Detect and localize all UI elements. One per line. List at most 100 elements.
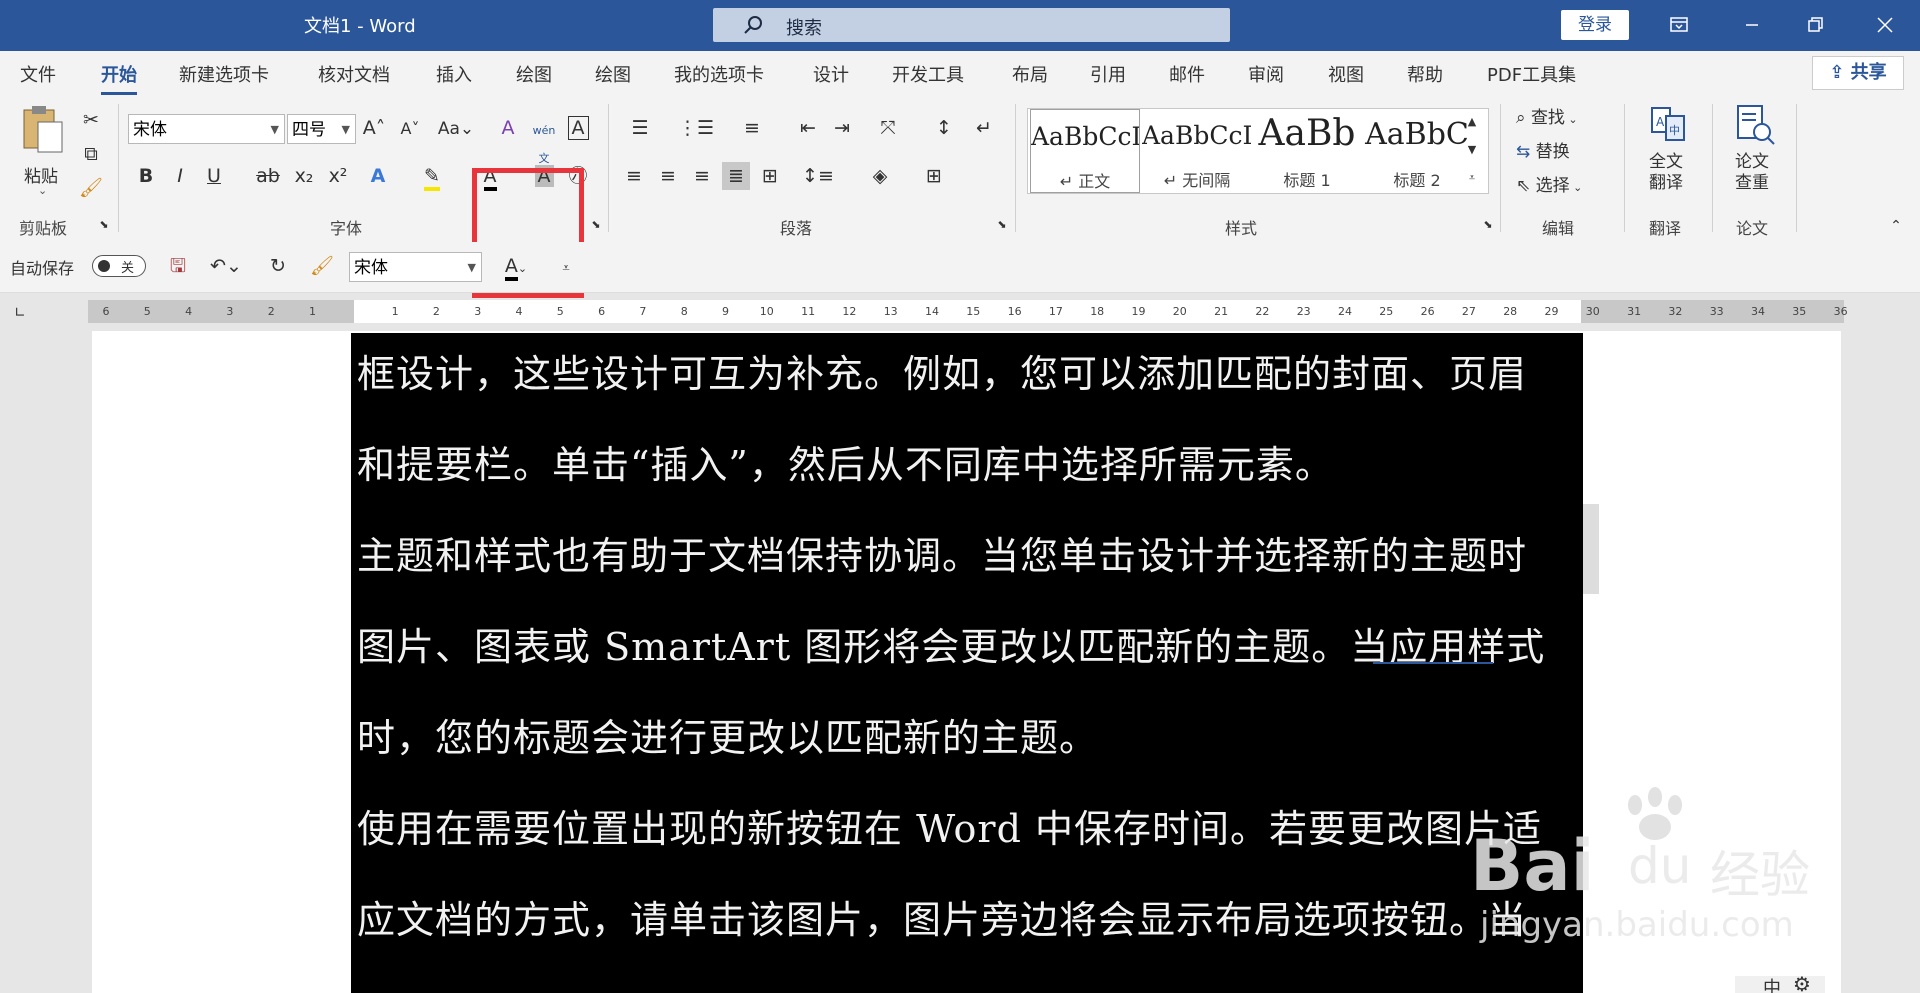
phonetic-guide-button[interactable]: wén 文 <box>530 114 558 165</box>
bold-button[interactable]: B <box>132 162 160 190</box>
multilevel-list-button[interactable]: ≡ <box>732 114 772 142</box>
shading-button[interactable]: ◈ <box>860 162 900 190</box>
paste-button[interactable]: 粘贴 ⌄ <box>18 104 72 204</box>
change-case-button[interactable]: Aa⌄ <box>436 114 476 142</box>
italic-button[interactable]: I <box>166 162 194 190</box>
increase-indent-button[interactable]: ⇥ <box>828 114 856 142</box>
distributed-button[interactable]: ⊞ <box>756 162 784 190</box>
increase-indent-icon: ⇥ <box>834 117 850 139</box>
qat-font-combo[interactable]: 宋体 ▼ <box>349 252 482 282</box>
paper-check-icon <box>1737 105 1775 145</box>
justify-button[interactable]: ≣ <box>722 162 750 190</box>
shrink-font-button[interactable]: A˅ <box>396 114 424 142</box>
close-button[interactable] <box>1870 10 1900 40</box>
style-heading-2[interactable]: AaBbC 标题 2 <box>1362 109 1472 193</box>
bullets-button[interactable]: ☰ <box>620 114 660 142</box>
find-button[interactable]: ⌕ 查找 ⌄ <box>1516 104 1578 132</box>
styles-scroll-up-icon[interactable]: ▲ <box>1460 108 1484 134</box>
align-left-button[interactable]: ≡ <box>620 162 648 190</box>
tab-view[interactable]: 视图 <box>1328 61 1364 87</box>
login-button[interactable]: 登录 <box>1561 10 1629 40</box>
show-marks-button[interactable]: ↵ <box>970 114 998 142</box>
font-size-combo[interactable]: 四号 ▼ <box>287 114 356 144</box>
format-painter-qat-button[interactable]: 🖌 <box>308 252 336 280</box>
translate-button[interactable]: A中 全文 翻译 <box>1636 104 1696 204</box>
format-painter-button[interactable]: 🖌 <box>77 174 105 202</box>
gear-icon[interactable]: ⚙ <box>1793 976 1811 993</box>
tab-file[interactable]: 文件 <box>20 61 56 87</box>
tab-my-tab[interactable]: 我的选项卡 <box>674 61 764 87</box>
customize-qat-button[interactable]: ⩡ <box>552 252 580 280</box>
share-button[interactable]: ⇪ 共享 <box>1812 56 1904 90</box>
chinese-layout-button[interactable]: ⤧ <box>868 114 908 142</box>
ruler-tick: 35 <box>1792 305 1807 318</box>
tab-draw-2[interactable]: 绘图 <box>595 61 631 87</box>
character-border-button[interactable]: A <box>564 114 592 142</box>
tab-developer[interactable]: 开发工具 <box>892 61 964 87</box>
numbering-button[interactable]: ⋮☰ <box>676 114 716 142</box>
replace-button[interactable]: ⇆ 替换 <box>1516 138 1570 166</box>
style-heading-1[interactable]: AaBb 标题 1 <box>1252 109 1362 193</box>
tab-home[interactable]: 开始 <box>101 61 137 95</box>
superscript-button[interactable]: x² <box>324 162 352 190</box>
autosave-toggle[interactable]: 关 <box>92 255 146 277</box>
tab-design[interactable]: 设计 <box>813 61 849 87</box>
tab-stop-selector[interactable]: ∟ <box>6 302 34 324</box>
clear-formatting-button[interactable]: A <box>494 114 522 142</box>
tab-review[interactable]: 审阅 <box>1248 61 1284 87</box>
qat-font-color-button[interactable]: A⌄ <box>496 252 536 281</box>
ribbon-display-icon <box>1670 17 1688 32</box>
select-button[interactable]: ⇖ 选择 ⌄ <box>1516 172 1582 200</box>
align-center-button[interactable]: ≡ <box>654 162 682 190</box>
selected-text-area[interactable]: 框设计，这些设计可互为补充。例如，您可以添加匹配的封面、页眉 和提要栏。单击“插… <box>351 333 1583 993</box>
styles-more-icon[interactable]: ⩡ <box>1460 164 1484 190</box>
input-language-label[interactable]: 中 <box>1763 976 1781 993</box>
decrease-indent-button[interactable]: ⇤ <box>794 114 822 142</box>
ribbon-display-button[interactable] <box>1664 10 1694 40</box>
line-spacing-button[interactable]: ↕≡ <box>798 162 838 190</box>
ruler-tick: 23 <box>1296 305 1311 318</box>
paper-check-button[interactable]: 论文 查重 <box>1722 104 1782 204</box>
strikethrough-button[interactable]: ab <box>254 162 282 190</box>
minimize-button[interactable] <box>1737 10 1767 40</box>
ruler-tick: 3 <box>474 305 482 318</box>
search-box[interactable]: 搜索 <box>713 8 1230 42</box>
tab-insert[interactable]: 插入 <box>436 61 472 87</box>
horizontal-ruler[interactable]: 6 5 4 3 2 1 1 2 3 4 5 6 7 8 9 10 11 12 13 14 15 16 17 18 19 20 21 2… <box>88 300 1848 323</box>
font-launcher-icon[interactable]: ⬊ <box>588 217 604 233</box>
borders-button[interactable]: ⊞ <box>914 162 954 190</box>
styles-launcher-icon[interactable]: ⬊ <box>1480 217 1496 233</box>
font-name-combo[interactable]: 宋体 ▼ <box>128 114 285 144</box>
style-normal[interactable]: AaBbCcI ↵ 正文 <box>1030 109 1140 193</box>
tab-new[interactable]: 新建选项卡 <box>179 61 269 87</box>
subscript-button[interactable]: x₂ <box>290 162 318 190</box>
underline-button[interactable]: U <box>200 162 228 190</box>
redo-button[interactable]: ↻ <box>264 252 292 280</box>
style-no-spacing[interactable]: AaBbCcI ↵ 无间隔 <box>1142 109 1252 193</box>
tab-mailings[interactable]: 邮件 <box>1169 61 1205 87</box>
clipboard-launcher-icon[interactable]: ⬊ <box>96 217 112 233</box>
copy-button[interactable]: ⧉ <box>77 140 105 168</box>
paragraph-launcher-icon[interactable]: ⬊ <box>994 217 1010 233</box>
tab-proofread[interactable]: 核对文档 <box>318 61 390 87</box>
ruler-tick: 1 <box>309 305 316 318</box>
highlight-button[interactable]: ✎ <box>418 162 446 191</box>
text-effects-button[interactable]: A <box>364 162 392 190</box>
ruler-tick: 28 <box>1503 305 1518 318</box>
grow-font-button[interactable]: A˄ <box>360 114 388 142</box>
tab-draw-1[interactable]: 绘图 <box>516 61 552 87</box>
tab-help[interactable]: 帮助 <box>1407 61 1443 87</box>
restore-button[interactable] <box>1800 10 1830 40</box>
save-button[interactable]: 🖫 <box>164 252 192 280</box>
svg-text:中: 中 <box>1669 124 1680 137</box>
cut-button[interactable]: ✂ <box>77 106 105 134</box>
tab-layout[interactable]: 布局 <box>1012 61 1048 87</box>
sort-button[interactable]: ↕ <box>930 114 958 142</box>
tab-pdf-tools[interactable]: PDF工具集 <box>1487 61 1576 87</box>
styles-scroll-down-icon[interactable]: ▼ <box>1460 136 1484 162</box>
collapse-ribbon-icon[interactable]: ⌃ <box>1886 216 1906 236</box>
subscript-icon: x₂ <box>294 165 314 187</box>
align-right-button[interactable]: ≡ <box>688 162 716 190</box>
tab-references[interactable]: 引用 <box>1090 61 1126 87</box>
undo-button[interactable]: ↶⌄ <box>206 252 246 280</box>
